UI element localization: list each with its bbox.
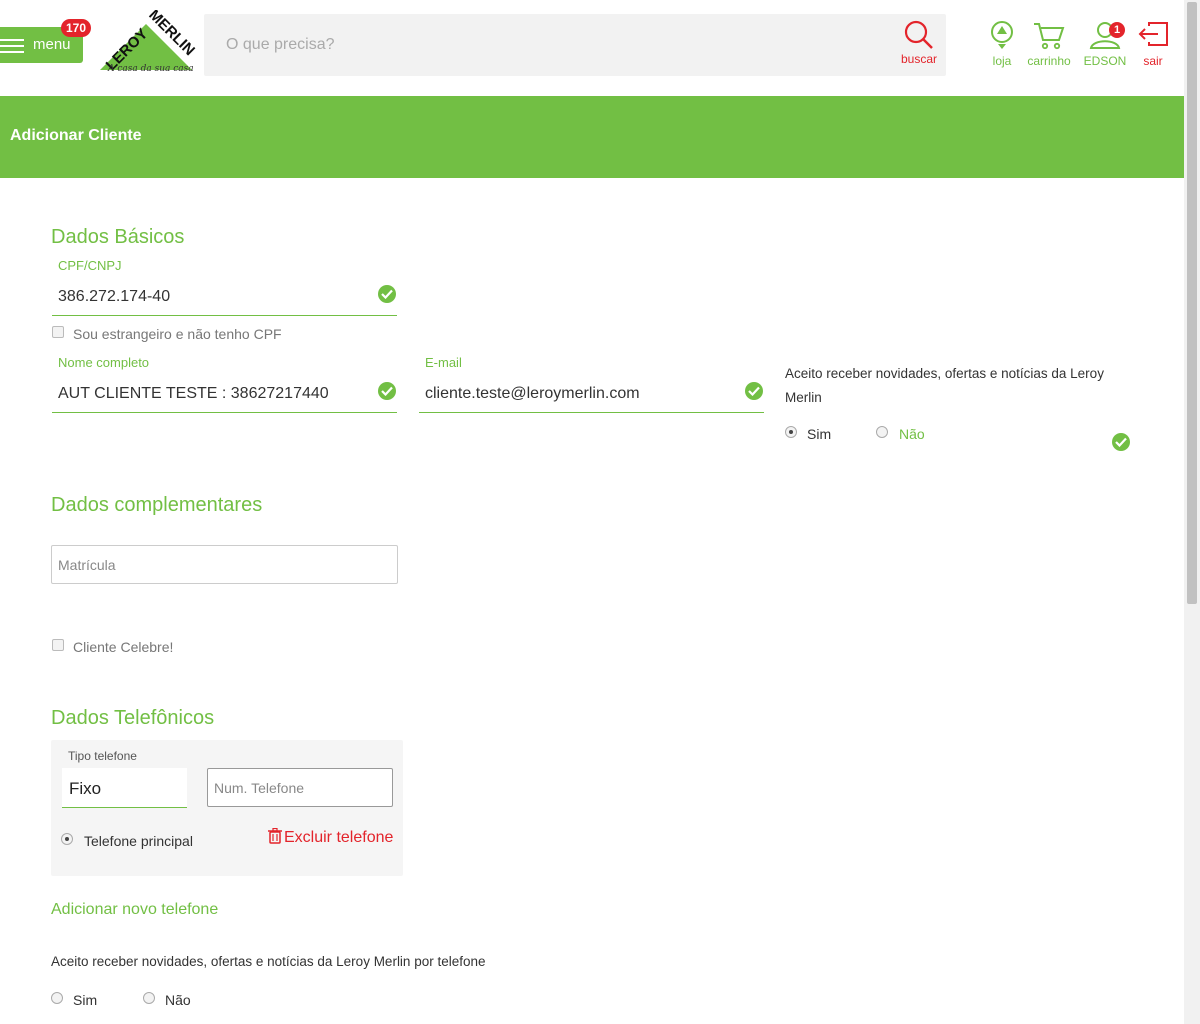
phone-number-input[interactable] [208,769,392,806]
cpf-value: 386.272.174-40 [58,288,171,305]
logout-button[interactable]: sair [1136,20,1170,68]
email-label: E-mail [425,355,462,370]
page-title: Adicionar Cliente [10,127,142,144]
phone-card: Tipo telefone Fixo Telefone principal Ex… [51,740,403,876]
name-field[interactable]: AUT CLIENTE TESTE : 38627217440 [52,376,397,413]
name-value: AUT CLIENTE TESTE : 38627217440 [58,385,329,402]
user-button[interactable]: 1 EDSON [1080,20,1130,68]
cart-label: carrinho [1027,54,1071,68]
celebrity-checkbox[interactable] [52,639,64,651]
top-header: menu 170 LEROY MERLIN A casa da sua casa… [0,0,1185,96]
phone-number-box [207,768,393,807]
logo-tagline: A casa da sua casa [108,64,194,74]
trash-icon [268,827,282,844]
section-title-phones: Dados Telefônicos [51,707,215,729]
phone-news-yes-radio[interactable] [51,992,63,1004]
section-title-basic: Dados Básicos [51,226,185,248]
foreigner-label: Sou estrangeiro e não tenho CPF [73,326,282,342]
section-title-complementary: Dados complementares [51,494,263,516]
newsletter-yes-label: Sim [807,426,832,442]
phone-news-no-label: Não [165,992,191,1008]
page-scrollbar[interactable] [1184,0,1200,1024]
delete-phone-button[interactable]: Excluir telefone [267,827,394,847]
newsletter-no-label: Não [899,426,925,442]
phone-type-value: Fixo [69,779,102,798]
phone-type-label: Tipo telefone [68,749,137,763]
matricula-input[interactable] [52,546,397,583]
page-banner: Adicionar Cliente [0,96,1184,178]
cpf-field[interactable]: 386.272.174-40 [52,278,397,316]
logout-label: sair [1143,54,1163,68]
phone-news-yes-label: Sim [73,992,98,1008]
cart-button[interactable]: carrinho [1024,20,1074,68]
email-field[interactable]: cliente.teste@leroymerlin.com [419,376,764,413]
newsletter-valid-icon [1112,433,1130,451]
search-button[interactable]: buscar [894,20,944,72]
add-phone-link[interactable]: Adicionar novo telefone [51,901,218,919]
matricula-box [51,545,398,584]
cart-icon [1034,23,1065,50]
newsletter-yes-radio[interactable] [785,426,797,438]
phone-principal-radio[interactable] [61,833,73,845]
search-icon [904,20,933,49]
hamburger-icon [0,39,24,53]
scrollbar-thumb[interactable] [1187,2,1197,604]
phone-news-no-radio[interactable] [143,992,155,1004]
newsletter-no-radio[interactable] [876,426,888,438]
phone-news-text: Aceito receber novidades, ofertas e notí… [51,954,486,969]
search-button-label: buscar [900,52,938,66]
menu-label: menu [33,36,71,53]
email-valid-icon [745,382,763,400]
menu-count-badge: 170 [61,19,91,37]
store-label: loja [992,54,1012,68]
logout-icon [1138,22,1168,46]
cpf-label: CPF/CNPJ [58,258,122,273]
delete-phone-label: Excluir telefone [284,829,394,846]
name-label: Nome completo [58,355,150,370]
user-notification-badge: 1 [1109,22,1125,38]
phone-principal-label: Telefone principal [84,833,193,849]
location-pin-icon [991,21,1013,49]
newsletter-text: Aceito receber novidades, ofertas e notí… [785,366,1104,405]
foreigner-checkbox[interactable] [52,326,64,338]
celebrity-label: Cliente Celebre! [73,639,174,655]
name-valid-icon [378,382,396,400]
email-value: cliente.teste@leroymerlin.com [425,385,640,402]
search-input[interactable] [204,14,884,76]
cpf-valid-icon [378,285,396,303]
user-name-label: EDSON [1083,54,1127,68]
phone-type-select[interactable]: Fixo [62,768,187,808]
store-button[interactable]: loja [985,20,1019,68]
search-bar: buscar [204,14,946,76]
